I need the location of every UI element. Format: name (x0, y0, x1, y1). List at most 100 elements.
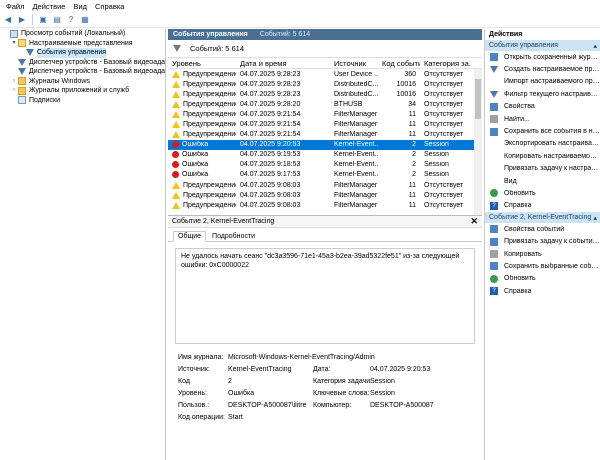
col-code[interactable]: Код события (378, 59, 420, 68)
action-item[interactable]: Сохранить все события в настра... (485, 125, 600, 137)
back-arrow-icon[interactable]: ◀ (2, 14, 14, 26)
tree-node-label: События управления (37, 48, 107, 58)
table-row[interactable]: Предупреждение 04.07.2025 9:28:23 User Dev… (168, 69, 482, 79)
tree-node[interactable]: События управления (0, 48, 165, 58)
col-date[interactable]: Дата и время (236, 59, 330, 68)
cell-date: 04.07.2025 9:21:54 (240, 110, 301, 118)
cell-level-text: Предупреждение (183, 201, 236, 209)
table-row[interactable]: Предупреждение 04.07.2025 9:08:03 FilterMa… (168, 180, 482, 190)
grid-scrollbar[interactable] (474, 69, 482, 215)
cell-source: User Device ... (334, 70, 378, 78)
table-row[interactable]: Предупреждение 04.07.2025 9:08:03 FilterMa… (168, 190, 482, 200)
menu-file[interactable]: Файл (2, 2, 28, 11)
action-item[interactable]: Свойства событий (485, 223, 600, 235)
table-row[interactable]: Ошибка 04.07.2025 9:18:53 Kernel-Event... 2… (168, 160, 482, 170)
cell-cat: Session (424, 161, 449, 169)
filter-action-icon (490, 66, 498, 74)
action-item[interactable]: Привязать задачу к событию... (485, 235, 600, 247)
forward-arrow-icon[interactable]: ▶ (16, 14, 28, 26)
panel-icon[interactable]: ▤ (51, 14, 63, 26)
action-item[interactable]: Свойства (485, 101, 600, 113)
prop-keywords-label: Ключевые слова: (313, 390, 370, 397)
grey-action-icon (490, 250, 498, 259)
tab-details[interactable]: Подробности (208, 232, 259, 241)
col-level[interactable]: Уровень (168, 59, 236, 68)
grey-action-icon (490, 115, 498, 124)
action-item[interactable]: Найти... (485, 113, 600, 125)
cell-level-text: Ошибка (182, 171, 209, 179)
action-item[interactable]: Импорт настраиваемого предста... (485, 76, 600, 88)
cell-level-text: Предупреждение (183, 131, 236, 139)
actions-section-event[interactable]: Событие 2, Kernel-EventTracing ▴ (485, 212, 600, 224)
cell-level: Предупреждение (168, 191, 236, 199)
expand-arrow-icon[interactable]: ▾ (10, 39, 18, 49)
tree-node[interactable]: Диспетчер устройств - Базовый видеоадапт… (0, 58, 165, 68)
action-item[interactable]: Фильтр текущего настраиваемо... (485, 88, 600, 100)
filter-icon (26, 49, 34, 57)
actions-title: Действия (489, 31, 523, 38)
col-source[interactable]: Источник (330, 59, 378, 68)
expand-arrow-icon[interactable]: › (10, 86, 18, 96)
tree-node[interactable]: Диспетчер устройств - Базовый видеоадапт… (0, 67, 165, 77)
tree-node[interactable]: Подписки (0, 96, 165, 106)
cell-source: BTHUSB (334, 100, 363, 108)
menu-help[interactable]: Справка (91, 2, 128, 11)
table-row[interactable]: Предупреждение 04.07.2025 9:21:54 FilterMa… (168, 130, 482, 140)
warning-icon (172, 121, 180, 129)
close-icon[interactable]: ✕ (470, 216, 478, 227)
col-category[interactable]: Категория за... (420, 59, 470, 68)
prop-user-label: Пользов.: (178, 402, 210, 409)
help-icon[interactable]: ? (65, 14, 77, 26)
table-row[interactable]: Ошибка 04.07.2025 9:17:53 Kernel-Event... 2… (168, 170, 482, 180)
event-count-bar: Событий: 5 614 (168, 40, 482, 58)
action-item[interactable]: Сохранить выбранные события... (485, 260, 600, 272)
table-row[interactable]: Ошибка 04.07.2025 9:20:53 Kernel-Event... 2… (168, 139, 482, 150)
table-row[interactable]: Предупреждение 04.07.2025 9:28:23 Distribu… (168, 89, 482, 99)
cell-source: FilterManager (334, 121, 378, 129)
folder-icon[interactable]: ▣ (37, 14, 49, 26)
action-item[interactable]: Копировать настраиваемое пред... (485, 150, 600, 162)
table-row[interactable]: Предупреждение 04.07.2025 9:28:20 BTHUSB 34… (168, 99, 482, 109)
action-item[interactable]: Создать настраиваемое предст... (485, 63, 600, 75)
tree-node[interactable]: ▾ Настраиваемые представления (0, 39, 165, 49)
action-item[interactable]: Привязать задачу к настраиваем... (485, 163, 600, 175)
green-action-icon (490, 274, 498, 283)
tree-node[interactable]: Просмотр событий (Локальный) (0, 29, 165, 39)
tree-node[interactable]: › Журналы приложений и служб (0, 86, 165, 96)
warning-icon (172, 131, 180, 139)
error-icon (172, 171, 179, 179)
blue-action-icon (490, 237, 498, 246)
expand-arrow-icon[interactable]: › (10, 77, 18, 87)
center-subtitle: Событий: 5 614 (259, 31, 311, 38)
action-item[interactable]: ? Справка (485, 200, 600, 212)
prop-log-label: Имя журнала: (178, 354, 224, 361)
menu-view[interactable]: Вид (69, 2, 91, 11)
action-item[interactable]: Обновить (485, 187, 600, 199)
prop-level-label: Уровень: (178, 390, 207, 397)
action-item[interactable]: Экспортировать настраиваемое... (485, 138, 600, 150)
table-row[interactable]: Предупреждение 04.07.2025 9:28:23 Distribu… (168, 79, 482, 89)
action-label: Копировать настраиваемое пред... (504, 152, 600, 160)
action-item[interactable]: Копировать (485, 248, 600, 260)
action-item[interactable]: Обновить (485, 273, 600, 285)
cell-cat: Отсутствует (424, 100, 464, 108)
action-label: Фильтр текущего настраиваемо... (504, 90, 600, 98)
menu-action[interactable]: Действие (28, 2, 69, 11)
tab-general[interactable]: Общие (173, 231, 207, 242)
table-row[interactable]: Предупреждение 04.07.2025 9:21:54 FilterMa… (168, 119, 482, 129)
tree-node[interactable]: › Журналы Windows (0, 77, 165, 87)
table-row[interactable]: Предупреждение 04.07.2025 9:08:03 FilterMa… (168, 200, 482, 210)
table-row[interactable]: Ошибка 04.07.2025 9:19:53 Kernel-Event... 2… (168, 150, 482, 160)
cell-code: 11 (408, 191, 416, 199)
error-icon (172, 151, 179, 159)
error-icon (172, 141, 179, 149)
action-item[interactable]: Вид (485, 175, 600, 187)
cell-cat: Отсутствует (424, 90, 464, 98)
cell-source: DistributedC... (334, 90, 378, 98)
scroll-thumb[interactable] (475, 79, 481, 119)
action-item[interactable]: ? Справка (485, 285, 600, 297)
table-row[interactable]: Предупреждение 04.07.2025 9:21:54 FilterMa… (168, 109, 482, 119)
actions-section-view[interactable]: События управления ▴ (485, 40, 600, 51)
action-item[interactable]: Открыть сохраненный журнал... (485, 51, 600, 63)
console-icon[interactable]: ▦ (79, 14, 91, 26)
